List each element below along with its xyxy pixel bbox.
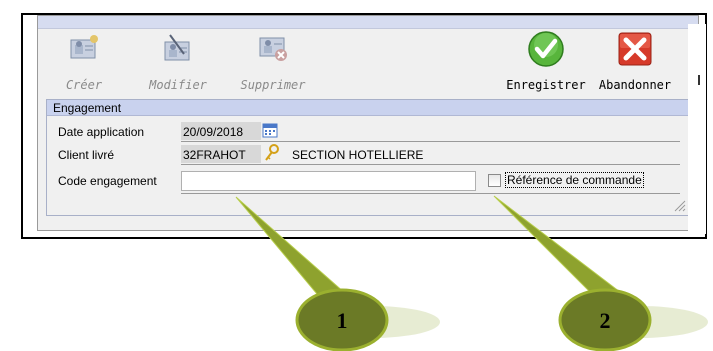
callout-2-number: 2 [600, 308, 611, 333]
callout-1-number: 1 [337, 308, 348, 333]
callout-overlay: 1 2 [235, 195, 708, 351]
callout-2-pointer [493, 195, 622, 299]
callout-1-pointer [235, 196, 348, 301]
